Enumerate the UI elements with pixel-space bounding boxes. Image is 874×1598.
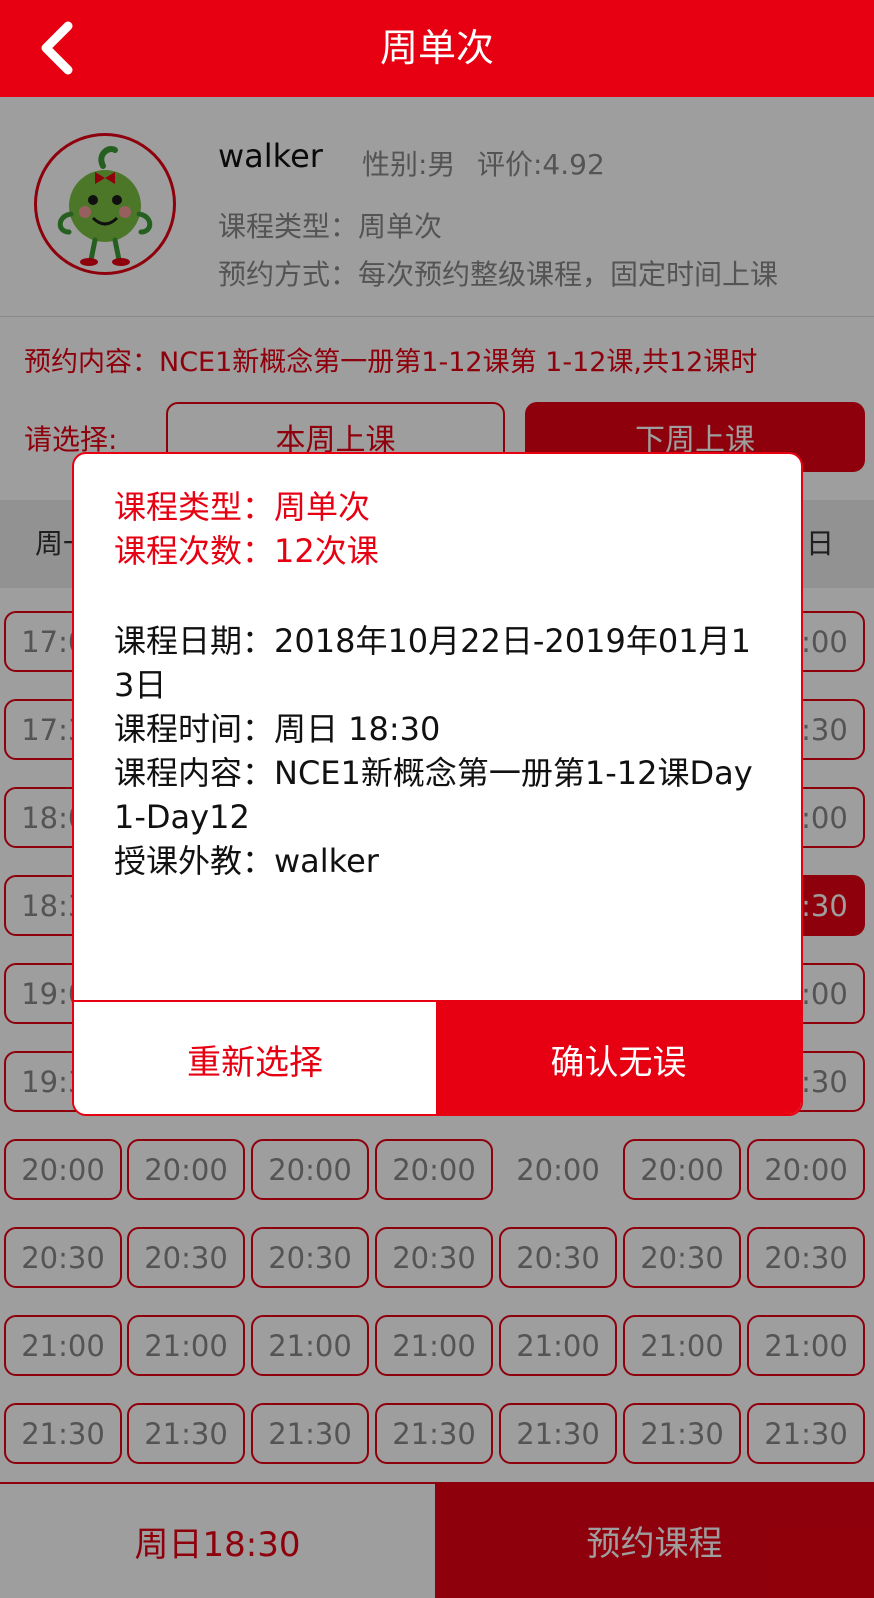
dialog-actions: 重新选择 确认无误 (74, 1000, 801, 1114)
confirm-dialog: 课程类型：周单次 课程次数：12次课 课程日期：2018年10月22日-2019… (72, 452, 803, 1116)
header-bar: 周单次 (0, 0, 874, 97)
reselect-button[interactable]: 重新选择 (74, 1002, 436, 1114)
confirm-button[interactable]: 确认无误 (436, 1002, 801, 1114)
dialog-course-content: 课程内容：NCE1新概念第一册第1-12课Day1-Day12 (114, 754, 753, 836)
dialog-teacher: 授课外教：walker (114, 842, 379, 880)
dialog-course-date: 课程日期：2018年10月22日-2019年01月13日 (114, 622, 751, 704)
dialog-course-type: 课程类型：周单次 (114, 488, 371, 526)
dialog-details: 课程日期：2018年10月22日-2019年01月13日 课程时间：周日 18:… (114, 619, 754, 883)
dialog-course-time: 课程时间：周日 18:30 (114, 710, 441, 748)
dialog-course-count: 课程次数：12次课 (114, 532, 379, 570)
page-title: 周单次 (379, 26, 494, 70)
app-root: 周单次 walker 性别:男 评价:4.92 课程类型：周单次 预约方式：每次… (0, 0, 874, 1598)
